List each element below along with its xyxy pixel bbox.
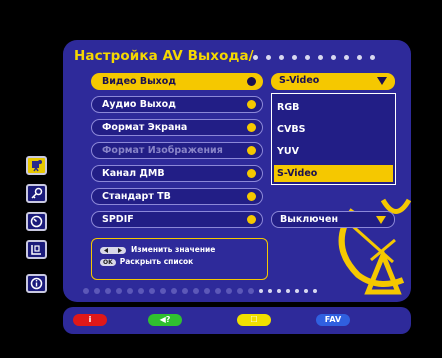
page-title: Настройка AV Выхода/ (74, 48, 254, 64)
help-open-list: OK Раскрыть список (100, 257, 193, 266)
menu-item-spdif[interactable]: SPDIF (91, 211, 263, 228)
menu-dot-icon (247, 146, 256, 155)
key-icon[interactable] (26, 184, 47, 203)
blue-button[interactable]: FAV (316, 314, 350, 326)
red-button[interactable]: i (73, 314, 107, 326)
option-cvbs[interactable]: CVBS (274, 121, 393, 138)
dropdown-arrow-icon (377, 77, 387, 85)
menu-item-label: Формат Изображения (102, 145, 223, 156)
menu-dot-icon (247, 169, 256, 178)
yellow-button[interactable]: ☐ (237, 314, 271, 326)
menu-item-uhf-channel[interactable]: Канал ДМВ (91, 165, 263, 182)
menu-item-label: Стандарт ТВ (102, 191, 171, 202)
menu-dot-icon (247, 100, 256, 109)
spdif-value: Выключен (280, 214, 339, 225)
title-dots (253, 55, 375, 61)
video-output-options: RGB CVBS YUV S-Video (271, 93, 396, 185)
menu-dot-icon (247, 215, 256, 224)
help-change-value: Изменить значение (100, 245, 215, 254)
menu-item-screen-format[interactable]: Формат Экрана (91, 119, 263, 136)
menu-item-label: Формат Экрана (102, 122, 188, 133)
menu-item-video-output[interactable]: Видео Выход (91, 73, 263, 90)
video-output-select[interactable]: S-Video (271, 73, 395, 90)
menu-dot-icon (247, 77, 256, 86)
settings-panel: Настройка AV Выхода/ Видео Выход Аудио В… (63, 40, 411, 302)
left-right-keys-icon (100, 246, 126, 254)
av-settings-icon[interactable] (26, 156, 47, 175)
menu-item-image-format: Формат Изображения (91, 142, 263, 159)
menu-item-label: Аудио Выход (102, 99, 176, 110)
menu-dot-icon (247, 192, 256, 201)
color-button-bar: i ◀? ☐ FAV (63, 307, 411, 334)
menu-item-tv-standard[interactable]: Стандарт ТВ (91, 188, 263, 205)
screen: Настройка AV Выхода/ Видео Выход Аудио В… (0, 0, 442, 358)
option-s-video[interactable]: S-Video (274, 165, 393, 182)
info-card-icon[interactable] (26, 240, 47, 259)
spdif-select[interactable]: Выключен (271, 211, 395, 228)
help-box: Изменить значение OK Раскрыть список (91, 238, 268, 280)
menu-item-label: Канал ДМВ (102, 168, 165, 179)
option-yuv[interactable]: YUV (274, 143, 393, 160)
menu-dot-icon (247, 123, 256, 132)
video-output-value: S-Video (279, 75, 320, 86)
dropdown-arrow-icon (376, 216, 386, 224)
menu-item-audio-output[interactable]: Аудио Выход (91, 96, 263, 113)
clock-icon[interactable] (26, 212, 47, 231)
bottom-dots (83, 288, 317, 294)
option-rgb[interactable]: RGB (274, 99, 393, 116)
green-button[interactable]: ◀? (148, 314, 182, 326)
menu-item-label: SPDIF (102, 214, 134, 225)
info-icon[interactable] (26, 274, 47, 293)
ok-key-icon: OK (100, 258, 116, 266)
menu-item-label: Видео Выход (102, 76, 177, 87)
